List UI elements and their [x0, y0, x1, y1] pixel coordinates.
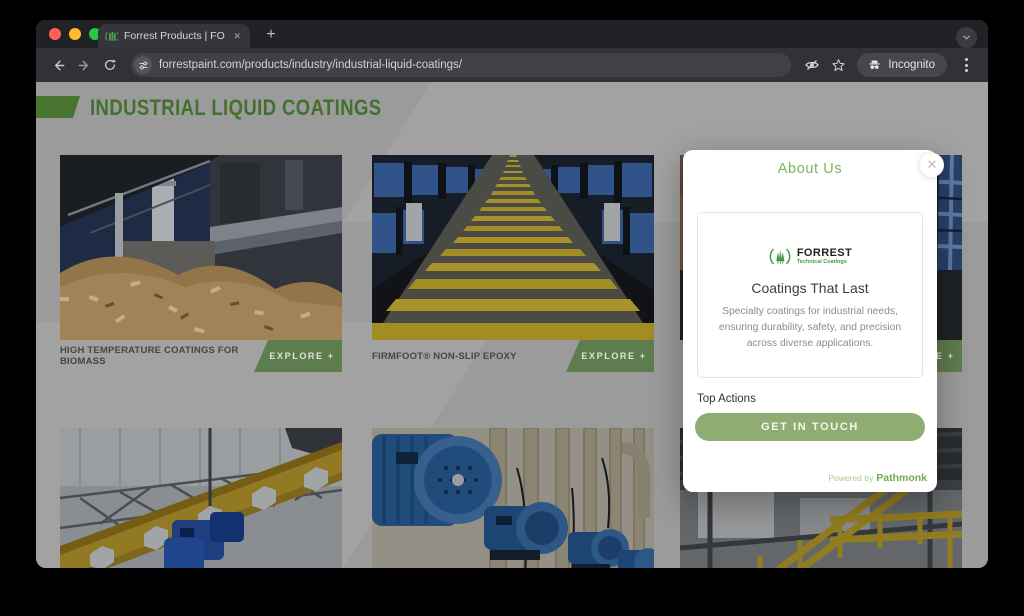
powered-by: Powered byPathmonk: [828, 472, 927, 484]
card-caption: FIRMFOOT® NON-SLIP EPOXY EXPLORE +: [372, 340, 654, 372]
forward-arrow-icon: [77, 58, 92, 73]
browser-toolbar: forrestpaint.com/products/industry/indus…: [36, 48, 988, 82]
card-caption: HIGH TEMPERATURE COATINGS FOR BIOMASS EX…: [60, 340, 342, 372]
card-image-overhead-crane[interactable]: [60, 428, 342, 568]
logo-tagline: Technical Coatings: [797, 260, 852, 266]
menu-button[interactable]: [953, 52, 979, 78]
chevron-down-icon: [961, 32, 972, 43]
url-text[interactable]: forrestpaint.com/products/industry/indus…: [159, 59, 462, 71]
browser-tab[interactable]: Forrest Products | FORREST T ✕: [98, 24, 250, 48]
top-actions-label: Top Actions: [697, 393, 756, 405]
new-tab-button[interactable]: +: [260, 24, 282, 46]
heading-accent-bar: [36, 96, 80, 118]
incognito-label: Incognito: [888, 59, 935, 71]
tab-strip: Forrest Products | FORREST T ✕ +: [36, 20, 988, 48]
explore-button[interactable]: EXPLORE +: [566, 340, 654, 372]
modal-close-button[interactable]: ✕: [920, 153, 944, 177]
product-card-biomass: HIGH TEMPERATURE COATINGS FOR BIOMASS EX…: [60, 155, 342, 372]
forrest-logo: FORREST Technical Coatings: [698, 247, 922, 266]
tab-close-icon[interactable]: ✕: [231, 31, 243, 42]
product-card-pumps: [372, 428, 654, 568]
eye-off-icon: [804, 57, 820, 73]
reload-button[interactable]: [97, 52, 123, 78]
pathmonk-brand-link[interactable]: Pathmonk: [876, 472, 927, 484]
site-settings-button[interactable]: [134, 56, 152, 74]
tab-title: Forrest Products | FORREST T: [124, 30, 225, 42]
product-card-crane: [60, 428, 342, 568]
incognito-icon: [867, 60, 882, 70]
card-title: FIRMFOOT® NON-SLIP EPOXY: [372, 351, 517, 362]
preview-hidden-button[interactable]: [799, 52, 825, 78]
reload-icon: [103, 58, 117, 72]
browser-window: Forrest Products | FORREST T ✕ +: [36, 20, 988, 568]
tab-overview-button[interactable]: [956, 27, 977, 48]
product-card-nonslip-epoxy: FIRMFOOT® NON-SLIP EPOXY EXPLORE +: [372, 155, 654, 372]
kebab-icon: [956, 58, 976, 72]
about-card-title: Coatings That Last: [698, 280, 922, 296]
close-window-button[interactable]: [49, 28, 61, 40]
get-in-touch-button[interactable]: GET IN TOUCH: [695, 413, 925, 441]
window-controls: [49, 28, 101, 40]
powered-by-label: Powered by: [828, 473, 873, 483]
page-content: INDUSTRIAL LIQUID COATINGS: [36, 82, 988, 568]
card-title: HIGH TEMPERATURE COATINGS FOR BIOMASS: [60, 345, 254, 367]
about-card-body: Specialty coatings for industrial needs,…: [713, 304, 907, 352]
explore-button[interactable]: EXPLORE +: [254, 340, 342, 372]
card-image-nonslip-steps[interactable]: [372, 155, 654, 340]
minimize-window-button[interactable]: [69, 28, 81, 40]
logo-name: FORREST: [797, 248, 852, 259]
incognito-badge: Incognito: [857, 53, 947, 77]
card-image-industrial-pumps[interactable]: [372, 428, 654, 568]
page-title: INDUSTRIAL LIQUID COATINGS: [90, 95, 382, 121]
back-arrow-icon: [51, 58, 66, 73]
forrest-favicon-icon: [105, 31, 118, 42]
tune-icon: [138, 60, 149, 71]
about-card: FORREST Technical Coatings Coatings That…: [697, 212, 923, 378]
forrest-trees-icon: [768, 247, 792, 266]
about-us-modal: About Us ✕ FORREST Tech: [683, 150, 937, 492]
star-icon: [831, 58, 846, 73]
forward-button[interactable]: [71, 52, 97, 78]
back-button[interactable]: [45, 52, 71, 78]
card-image-biomass[interactable]: [60, 155, 342, 340]
address-bar[interactable]: forrestpaint.com/products/industry/indus…: [131, 53, 791, 77]
bookmark-button[interactable]: [825, 52, 851, 78]
modal-title: About Us: [683, 150, 937, 177]
